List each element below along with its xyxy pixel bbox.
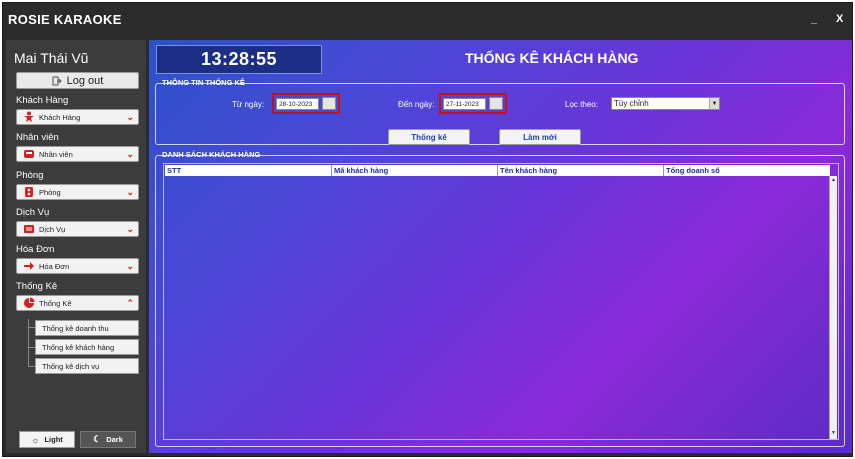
chevron-up-icon: ⌃	[126, 297, 134, 308]
submenu-service-stats[interactable]: Thống kê dịch vụ	[35, 358, 139, 374]
scroll-up-arrow-icon[interactable]: ▲	[830, 177, 837, 185]
customer-table[interactable]: STT Mã khách hàng Tên khách hàng Tổng do…	[163, 163, 839, 440]
submenu-revenue-stats[interactable]: Thống kê doanh thu	[35, 320, 139, 336]
chevron-down-icon: ⌄	[126, 260, 134, 271]
page-title: THỐNG KÊ KHÁCH HÀNG	[465, 50, 639, 66]
title-bar[interactable]: ROSIE KARAOKE _ X	[3, 3, 852, 33]
column-header-customer-name[interactable]: Tên khách hàng	[498, 165, 664, 176]
moon-icon: ☾	[93, 434, 102, 444]
submenu-customer-stats[interactable]: Thống kê khách hàng	[35, 339, 139, 355]
category-label-statistics: Thống Kê	[16, 281, 58, 292]
clock-display: 13:28:55	[156, 45, 322, 74]
category-label-customer: Khách Hàng	[16, 95, 69, 106]
category-label-staff: Nhân viên	[16, 132, 59, 143]
category-label-room: Phòng	[16, 170, 44, 181]
from-date-label: Từ ngày:	[232, 100, 265, 109]
category-label-service: Dịch Vụ	[16, 207, 50, 218]
customer-list-title: DANH SÁCH KHÁCH HÀNG	[162, 150, 261, 159]
chevron-down-icon: ⌄	[126, 186, 134, 197]
light-theme-button[interactable]: ☼ Light	[19, 431, 75, 448]
calendar-button[interactable]	[489, 97, 503, 110]
customer-combo[interactable]: Khách Hàng ⌄	[16, 109, 139, 125]
to-date-input[interactable]: 27-11-2023	[443, 97, 486, 110]
customer-combo-label: Khách Hàng	[39, 112, 81, 122]
main-panel: 13:28:55 THỐNG KÊ KHÁCH HÀNG THÔNG TIN T…	[149, 40, 852, 453]
user-name: Mai Thái Vũ	[14, 50, 89, 66]
filter-by-label: Lọc theo:	[565, 100, 598, 109]
scroll-down-arrow-icon[interactable]: ▼	[830, 430, 837, 438]
vertical-scrollbar[interactable]: ▲ ▼	[829, 176, 837, 439]
from-date-input[interactable]: 28-10-2023	[276, 97, 319, 110]
logout-icon	[52, 76, 62, 85]
chevron-down-icon: ⌄	[126, 223, 134, 234]
room-combo-label: Phòng	[39, 187, 61, 197]
close-button[interactable]: X	[836, 13, 843, 25]
dark-theme-label: Dark	[106, 435, 123, 444]
chart-icon	[22, 296, 36, 310]
room-combo[interactable]: Phòng ⌄	[16, 184, 139, 200]
sun-icon: ☼	[31, 434, 40, 445]
invoice-combo[interactable]: Hóa Đơn ⌄	[16, 258, 139, 274]
sidebar: Mai Thái Vũ Log out Khách Hàng Khách Hàn…	[6, 40, 146, 453]
service-combo-label: Dịch Vụ	[39, 224, 66, 234]
filter-group-title: THÔNG TIN THỐNG KÊ	[162, 78, 245, 87]
from-date-picker: 28-10-2023	[272, 93, 340, 114]
minimize-button[interactable]: _	[811, 13, 817, 25]
chevron-down-icon: ⌄	[126, 111, 134, 122]
service-combo[interactable]: Dịch Vụ ⌄	[16, 221, 139, 237]
column-header-total-sales[interactable]: Tổng doanh số	[664, 165, 830, 176]
dark-theme-button[interactable]: ☾ Dark	[80, 431, 136, 448]
to-date-picker: 27-11-2023	[439, 93, 507, 114]
service-icon	[22, 222, 36, 236]
filter-select-value: Tùy chỉnh	[614, 99, 649, 108]
filter-select[interactable]: Tùy chỉnh ▼	[611, 97, 720, 110]
chevron-down-icon: ⌄	[126, 148, 134, 159]
light-theme-label: Light	[44, 435, 63, 444]
logout-button[interactable]: Log out	[16, 72, 139, 89]
invoice-icon	[22, 259, 36, 273]
column-header-stt[interactable]: STT	[165, 165, 332, 176]
person-icon	[22, 110, 36, 124]
statistics-combo[interactable]: Thống Kê ⌃	[16, 295, 139, 311]
staff-combo[interactable]: Nhân viên ⌄	[16, 146, 139, 162]
column-header-customer-id[interactable]: Mã khách hàng	[332, 165, 498, 176]
dropdown-arrow-icon: ▼	[709, 98, 719, 109]
staff-icon	[22, 147, 36, 161]
statistics-combo-label: Thống Kê	[39, 298, 72, 308]
table-header: STT Mã khách hàng Tên khách hàng Tổng do…	[165, 165, 830, 176]
app-title: ROSIE KARAOKE	[8, 12, 122, 27]
reset-button[interactable]: Làm mới	[499, 129, 581, 145]
stats-button[interactable]: Thống kê	[388, 129, 470, 145]
staff-combo-label: Nhân viên	[39, 149, 73, 159]
app-window: ROSIE KARAOKE _ X Mai Thái Vũ Log out Kh…	[2, 2, 853, 457]
calendar-button[interactable]	[322, 97, 336, 110]
room-icon	[22, 185, 36, 199]
logout-label: Log out	[66, 74, 104, 87]
category-label-invoice: Hóa Đơn	[16, 244, 55, 255]
to-date-label: Đến ngày:	[398, 100, 435, 109]
invoice-combo-label: Hóa Đơn	[39, 261, 70, 271]
